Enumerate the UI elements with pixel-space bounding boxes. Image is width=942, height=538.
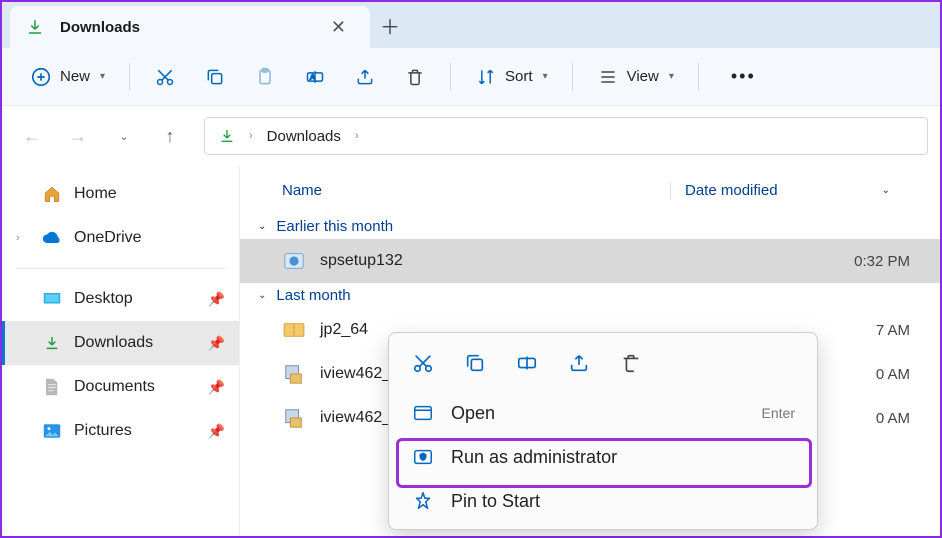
back-button[interactable]: ← — [14, 118, 50, 154]
separator — [572, 63, 573, 91]
rename-button[interactable]: A — [294, 60, 336, 94]
rename-icon: A — [304, 66, 326, 88]
separator — [16, 268, 225, 269]
sidebar-item-pictures[interactable]: Pictures 📌 — [2, 409, 239, 453]
close-icon[interactable]: ✕ — [323, 13, 354, 42]
separator — [129, 63, 130, 91]
pictures-icon — [42, 421, 62, 441]
file-row[interactable]: spsetup132 0:32 PM — [240, 239, 940, 283]
column-name[interactable]: Name — [270, 182, 670, 199]
group-header[interactable]: ⌄ Earlier this month — [240, 214, 940, 239]
sort-button[interactable]: Sort ▾ — [465, 60, 558, 94]
sort-icon — [475, 66, 497, 88]
chevron-down-icon: ⌄ — [258, 290, 266, 301]
ctx-delete-button[interactable] — [617, 349, 645, 377]
documents-icon — [42, 377, 62, 397]
sidebar-item-documents[interactable]: Documents 📌 — [2, 365, 239, 409]
view-button[interactable]: View ▾ — [587, 60, 684, 94]
more-button[interactable]: ••• — [721, 60, 766, 93]
archive-icon — [282, 318, 306, 342]
share-icon — [354, 66, 376, 88]
column-date[interactable]: Date modified ⌄ — [670, 182, 910, 199]
cut-button[interactable] — [144, 60, 186, 94]
expand-icon[interactable]: › — [16, 232, 30, 244]
forward-button[interactable]: → — [60, 118, 96, 154]
new-button[interactable]: New ▾ — [20, 60, 115, 94]
ctx-rename-button[interactable] — [513, 349, 541, 377]
shield-icon — [411, 446, 435, 468]
chevron-down-icon: ⌄ — [882, 185, 890, 196]
group-header[interactable]: ⌄ Last month — [240, 283, 940, 308]
pin-icon[interactable]: 📌 — [208, 335, 225, 352]
active-tab[interactable]: Downloads ✕ — [10, 6, 370, 48]
sidebar-item-desktop[interactable]: Desktop 📌 — [2, 277, 239, 321]
delete-icon — [404, 66, 426, 88]
toolbar: New ▾ A Sort ▾ View ▾ ••• — [2, 48, 940, 106]
shortcut-label: Enter — [762, 405, 795, 421]
view-icon — [597, 66, 619, 88]
copy-icon — [204, 66, 226, 88]
chevron-down-icon: ▾ — [100, 71, 105, 82]
chevron-down-icon: ▾ — [543, 71, 548, 82]
file-date: 0:32 PM — [690, 253, 930, 270]
downloads-icon — [26, 18, 44, 36]
up-button[interactable]: ↑ — [152, 118, 188, 154]
chevron-down-icon: ⌄ — [258, 221, 266, 232]
ctx-copy-button[interactable] — [461, 349, 489, 377]
cut-icon — [154, 66, 176, 88]
sidebar: Home › OneDrive Desktop 📌 Downloads 📌 — [2, 166, 240, 536]
open-icon — [411, 402, 435, 424]
recent-dropdown[interactable]: ⌄ — [106, 118, 142, 154]
title-bar: Downloads ✕ ＋ — [2, 2, 940, 48]
address-bar[interactable]: › Downloads › — [204, 117, 928, 155]
ctx-pin-to-start[interactable]: Pin to Start — [395, 479, 811, 523]
ctx-run-as-admin[interactable]: Run as administrator — [395, 435, 811, 479]
context-menu: Open Enter Run as administrator Pin to S… — [388, 332, 818, 530]
breadcrumb-current[interactable]: Downloads — [267, 128, 341, 145]
share-button[interactable] — [344, 60, 386, 94]
desktop-icon — [42, 289, 62, 309]
svg-text:A: A — [310, 72, 315, 81]
sidebar-item-downloads[interactable]: Downloads 📌 — [2, 321, 239, 365]
paste-button[interactable] — [244, 60, 286, 94]
file-name: spsetup132 — [320, 252, 676, 270]
installer-icon — [282, 406, 306, 430]
ctx-open[interactable]: Open Enter — [395, 391, 811, 435]
pin-icon[interactable]: 📌 — [208, 423, 225, 440]
new-icon — [30, 66, 52, 88]
chevron-down-icon: ▾ — [669, 71, 674, 82]
ctx-share-button[interactable] — [565, 349, 593, 377]
home-icon — [42, 184, 62, 204]
pin-icon[interactable]: 📌 — [208, 291, 225, 308]
downloads-icon — [219, 128, 235, 144]
pin-icon — [411, 490, 435, 512]
sidebar-item-onedrive[interactable]: › OneDrive — [2, 216, 239, 260]
chevron-right-icon[interactable]: › — [249, 130, 253, 142]
ctx-cut-button[interactable] — [409, 349, 437, 377]
column-headers: Name Date modified ⌄ — [240, 166, 940, 214]
new-tab-button[interactable]: ＋ — [370, 11, 410, 40]
sidebar-item-home[interactable]: Home — [2, 172, 239, 216]
tab-title: Downloads — [60, 19, 307, 36]
installer-icon — [282, 249, 306, 273]
nav-bar: ← → ⌄ ↑ › Downloads › — [2, 106, 940, 166]
context-quick-actions — [395, 339, 811, 391]
separator — [698, 63, 699, 91]
copy-button[interactable] — [194, 60, 236, 94]
downloads-icon — [42, 333, 62, 353]
paste-icon — [254, 66, 276, 88]
delete-button[interactable] — [394, 60, 436, 94]
chevron-right-icon[interactable]: › — [355, 130, 359, 142]
installer-icon — [282, 362, 306, 386]
separator — [450, 63, 451, 91]
pin-icon[interactable]: 📌 — [208, 379, 225, 396]
onedrive-icon — [42, 228, 62, 248]
